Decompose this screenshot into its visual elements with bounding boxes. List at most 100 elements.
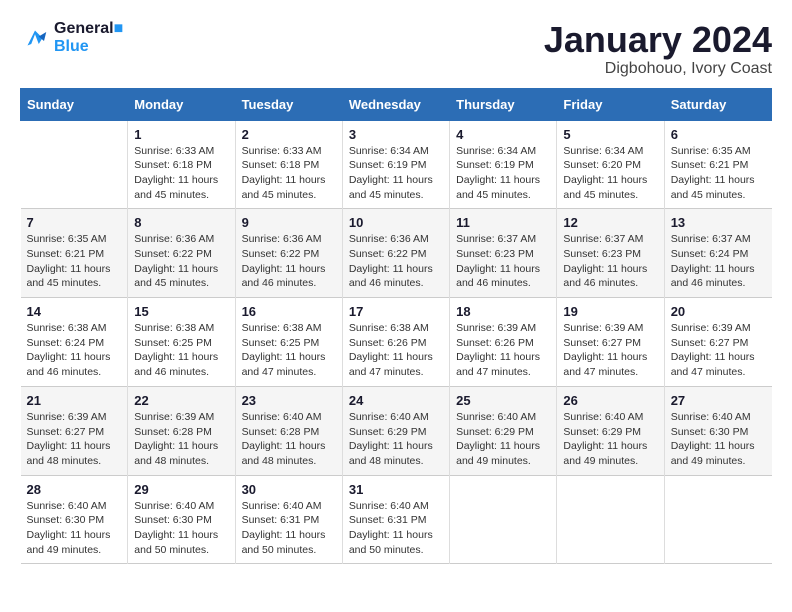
calendar-cell: 9 Sunrise: 6:36 AM Sunset: 6:22 PM Daylig… (235, 209, 342, 298)
calendar-cell: 3 Sunrise: 6:34 AM Sunset: 6:19 PM Daylig… (342, 120, 449, 209)
day-info: Sunrise: 6:40 AM Sunset: 6:30 PM Dayligh… (671, 410, 766, 469)
day-number: 2 (242, 127, 336, 142)
calendar-cell: 7Sunrise: 6:35 AM Sunset: 6:21 PM Daylig… (21, 209, 128, 298)
day-number: 27 (671, 393, 766, 408)
calendar-cell: 28 Sunrise: 6:40 AM Sunset: 6:30 PM Dayli… (21, 475, 128, 564)
calendar-cell: 17Sunrise: 6:38 AM Sunset: 6:26 PM Dayli… (342, 298, 449, 387)
calendar-cell: 12 Sunrise: 6:37 AM Sunset: 6:23 PM Dayli… (557, 209, 664, 298)
day-info: Sunrise: 6:34 AM Sunset: 6:19 PM Dayligh… (349, 144, 443, 203)
day-info: Sunrise: 6:35 AM Sunset: 6:21 PM Dayligh… (671, 144, 766, 203)
day-number: 18 (456, 304, 550, 319)
week-row-3: 14 Sunrise: 6:38 AM Sunset: 6:24 PM Dayli… (21, 298, 772, 387)
day-info: Sunrise: 6:40 AM Sunset: 6:30 PM Dayligh… (27, 499, 122, 558)
day-info: Sunrise: 6:37 AM Sunset: 6:24 PM Dayligh… (671, 232, 766, 291)
calendar-cell (557, 475, 664, 564)
week-row-2: 7Sunrise: 6:35 AM Sunset: 6:21 PM Daylig… (21, 209, 772, 298)
location-subtitle: Digbohouo, Ivory Coast (544, 60, 772, 78)
day-info: Sunrise: 6:38 AM Sunset: 6:24 PM Dayligh… (27, 321, 122, 380)
day-number: 14 (27, 304, 122, 319)
calendar-cell: 25 Sunrise: 6:40 AM Sunset: 6:29 PM Dayli… (450, 386, 557, 475)
weekday-header-tuesday: Tuesday (235, 88, 342, 120)
calendar-cell: 8Sunrise: 6:36 AM Sunset: 6:22 PM Daylig… (128, 209, 235, 298)
day-number: 25 (456, 393, 550, 408)
calendar-cell: 29 Sunrise: 6:40 AM Sunset: 6:30 PM Dayli… (128, 475, 235, 564)
day-info: Sunrise: 6:38 AM Sunset: 6:25 PM Dayligh… (242, 321, 336, 380)
calendar-cell: 19Sunrise: 6:39 AM Sunset: 6:27 PM Dayli… (557, 298, 664, 387)
day-info: Sunrise: 6:34 AM Sunset: 6:19 PM Dayligh… (456, 144, 550, 203)
calendar-cell (450, 475, 557, 564)
calendar-cell: 1 Sunrise: 6:33 AM Sunset: 6:18 PM Daylig… (128, 120, 235, 209)
day-number: 30 (242, 482, 336, 497)
day-info: Sunrise: 6:37 AM Sunset: 6:23 PM Dayligh… (563, 232, 657, 291)
day-number: 3 (349, 127, 443, 142)
calendar-cell: 14 Sunrise: 6:38 AM Sunset: 6:24 PM Dayli… (21, 298, 128, 387)
day-number: 24 (349, 393, 443, 408)
day-info: Sunrise: 6:34 AM Sunset: 6:20 PM Dayligh… (563, 144, 657, 203)
week-row-5: 28 Sunrise: 6:40 AM Sunset: 6:30 PM Dayli… (21, 475, 772, 564)
month-title: January 2024 (544, 20, 772, 60)
day-info: Sunrise: 6:33 AM Sunset: 6:18 PM Dayligh… (134, 144, 228, 203)
day-info: Sunrise: 6:40 AM Sunset: 6:29 PM Dayligh… (456, 410, 550, 469)
weekday-header-monday: Monday (128, 88, 235, 120)
day-number: 1 (134, 127, 228, 142)
day-number: 26 (563, 393, 657, 408)
day-number: 12 (563, 215, 657, 230)
day-number: 21 (27, 393, 122, 408)
week-row-4: 21 Sunrise: 6:39 AM Sunset: 6:27 PM Dayli… (21, 386, 772, 475)
day-info: Sunrise: 6:40 AM Sunset: 6:29 PM Dayligh… (563, 410, 657, 469)
day-number: 7 (27, 215, 122, 230)
calendar-cell: 13 Sunrise: 6:37 AM Sunset: 6:24 PM Dayli… (664, 209, 771, 298)
weekday-header-row: SundayMondayTuesdayWednesdayThursdayFrid… (21, 88, 772, 120)
title-block: January 2024 Digbohouo, Ivory Coast (544, 20, 772, 78)
day-info: Sunrise: 6:38 AM Sunset: 6:25 PM Dayligh… (134, 321, 228, 380)
day-number: 13 (671, 215, 766, 230)
calendar-cell: 21 Sunrise: 6:39 AM Sunset: 6:27 PM Dayli… (21, 386, 128, 475)
day-info: Sunrise: 6:39 AM Sunset: 6:26 PM Dayligh… (456, 321, 550, 380)
weekday-header-thursday: Thursday (450, 88, 557, 120)
calendar-cell: 26 Sunrise: 6:40 AM Sunset: 6:29 PM Dayli… (557, 386, 664, 475)
day-info: Sunrise: 6:36 AM Sunset: 6:22 PM Dayligh… (349, 232, 443, 291)
calendar-cell: 31 Sunrise: 6:40 AM Sunset: 6:31 PM Dayli… (342, 475, 449, 564)
day-info: Sunrise: 6:36 AM Sunset: 6:22 PM Dayligh… (242, 232, 336, 291)
calendar-cell: 27 Sunrise: 6:40 AM Sunset: 6:30 PM Dayli… (664, 386, 771, 475)
day-number: 9 (242, 215, 336, 230)
day-info: Sunrise: 6:39 AM Sunset: 6:28 PM Dayligh… (134, 410, 228, 469)
calendar-cell: 22 Sunrise: 6:39 AM Sunset: 6:28 PM Dayli… (128, 386, 235, 475)
calendar-cell: 16Sunrise: 6:38 AM Sunset: 6:25 PM Dayli… (235, 298, 342, 387)
weekday-header-sunday: Sunday (21, 88, 128, 120)
logo-bird-icon (20, 23, 50, 53)
calendar-cell: 20Sunrise: 6:39 AM Sunset: 6:27 PM Dayli… (664, 298, 771, 387)
day-info: Sunrise: 6:40 AM Sunset: 6:29 PM Dayligh… (349, 410, 443, 469)
day-number: 4 (456, 127, 550, 142)
day-info: Sunrise: 6:38 AM Sunset: 6:26 PM Dayligh… (349, 321, 443, 380)
page-header: General■ Blue January 2024 Digbohouo, Iv… (20, 20, 772, 78)
day-info: Sunrise: 6:37 AM Sunset: 6:23 PM Dayligh… (456, 232, 550, 291)
weekday-header-friday: Friday (557, 88, 664, 120)
day-number: 28 (27, 482, 122, 497)
calendar-cell: 23Sunrise: 6:40 AM Sunset: 6:28 PM Dayli… (235, 386, 342, 475)
day-info: Sunrise: 6:39 AM Sunset: 6:27 PM Dayligh… (27, 410, 122, 469)
calendar-cell: 2 Sunrise: 6:33 AM Sunset: 6:18 PM Daylig… (235, 120, 342, 209)
day-number: 23 (242, 393, 336, 408)
weekday-header-saturday: Saturday (664, 88, 771, 120)
week-row-1: 1 Sunrise: 6:33 AM Sunset: 6:18 PM Daylig… (21, 120, 772, 209)
day-number: 31 (349, 482, 443, 497)
day-info: Sunrise: 6:40 AM Sunset: 6:30 PM Dayligh… (134, 499, 228, 558)
day-number: 29 (134, 482, 228, 497)
logo: General■ Blue (20, 20, 123, 56)
calendar-cell (21, 120, 128, 209)
day-number: 6 (671, 127, 766, 142)
day-number: 11 (456, 215, 550, 230)
day-number: 19 (563, 304, 657, 319)
day-number: 22 (134, 393, 228, 408)
day-info: Sunrise: 6:40 AM Sunset: 6:31 PM Dayligh… (349, 499, 443, 558)
day-number: 8 (134, 215, 228, 230)
day-number: 10 (349, 215, 443, 230)
calendar-cell: 5Sunrise: 6:34 AM Sunset: 6:20 PM Daylig… (557, 120, 664, 209)
day-number: 15 (134, 304, 228, 319)
calendar-cell: 15 Sunrise: 6:38 AM Sunset: 6:25 PM Dayli… (128, 298, 235, 387)
logo-text: General■ Blue (54, 20, 123, 56)
day-info: Sunrise: 6:33 AM Sunset: 6:18 PM Dayligh… (242, 144, 336, 203)
calendar-cell (664, 475, 771, 564)
calendar-cell: 24 Sunrise: 6:40 AM Sunset: 6:29 PM Dayli… (342, 386, 449, 475)
